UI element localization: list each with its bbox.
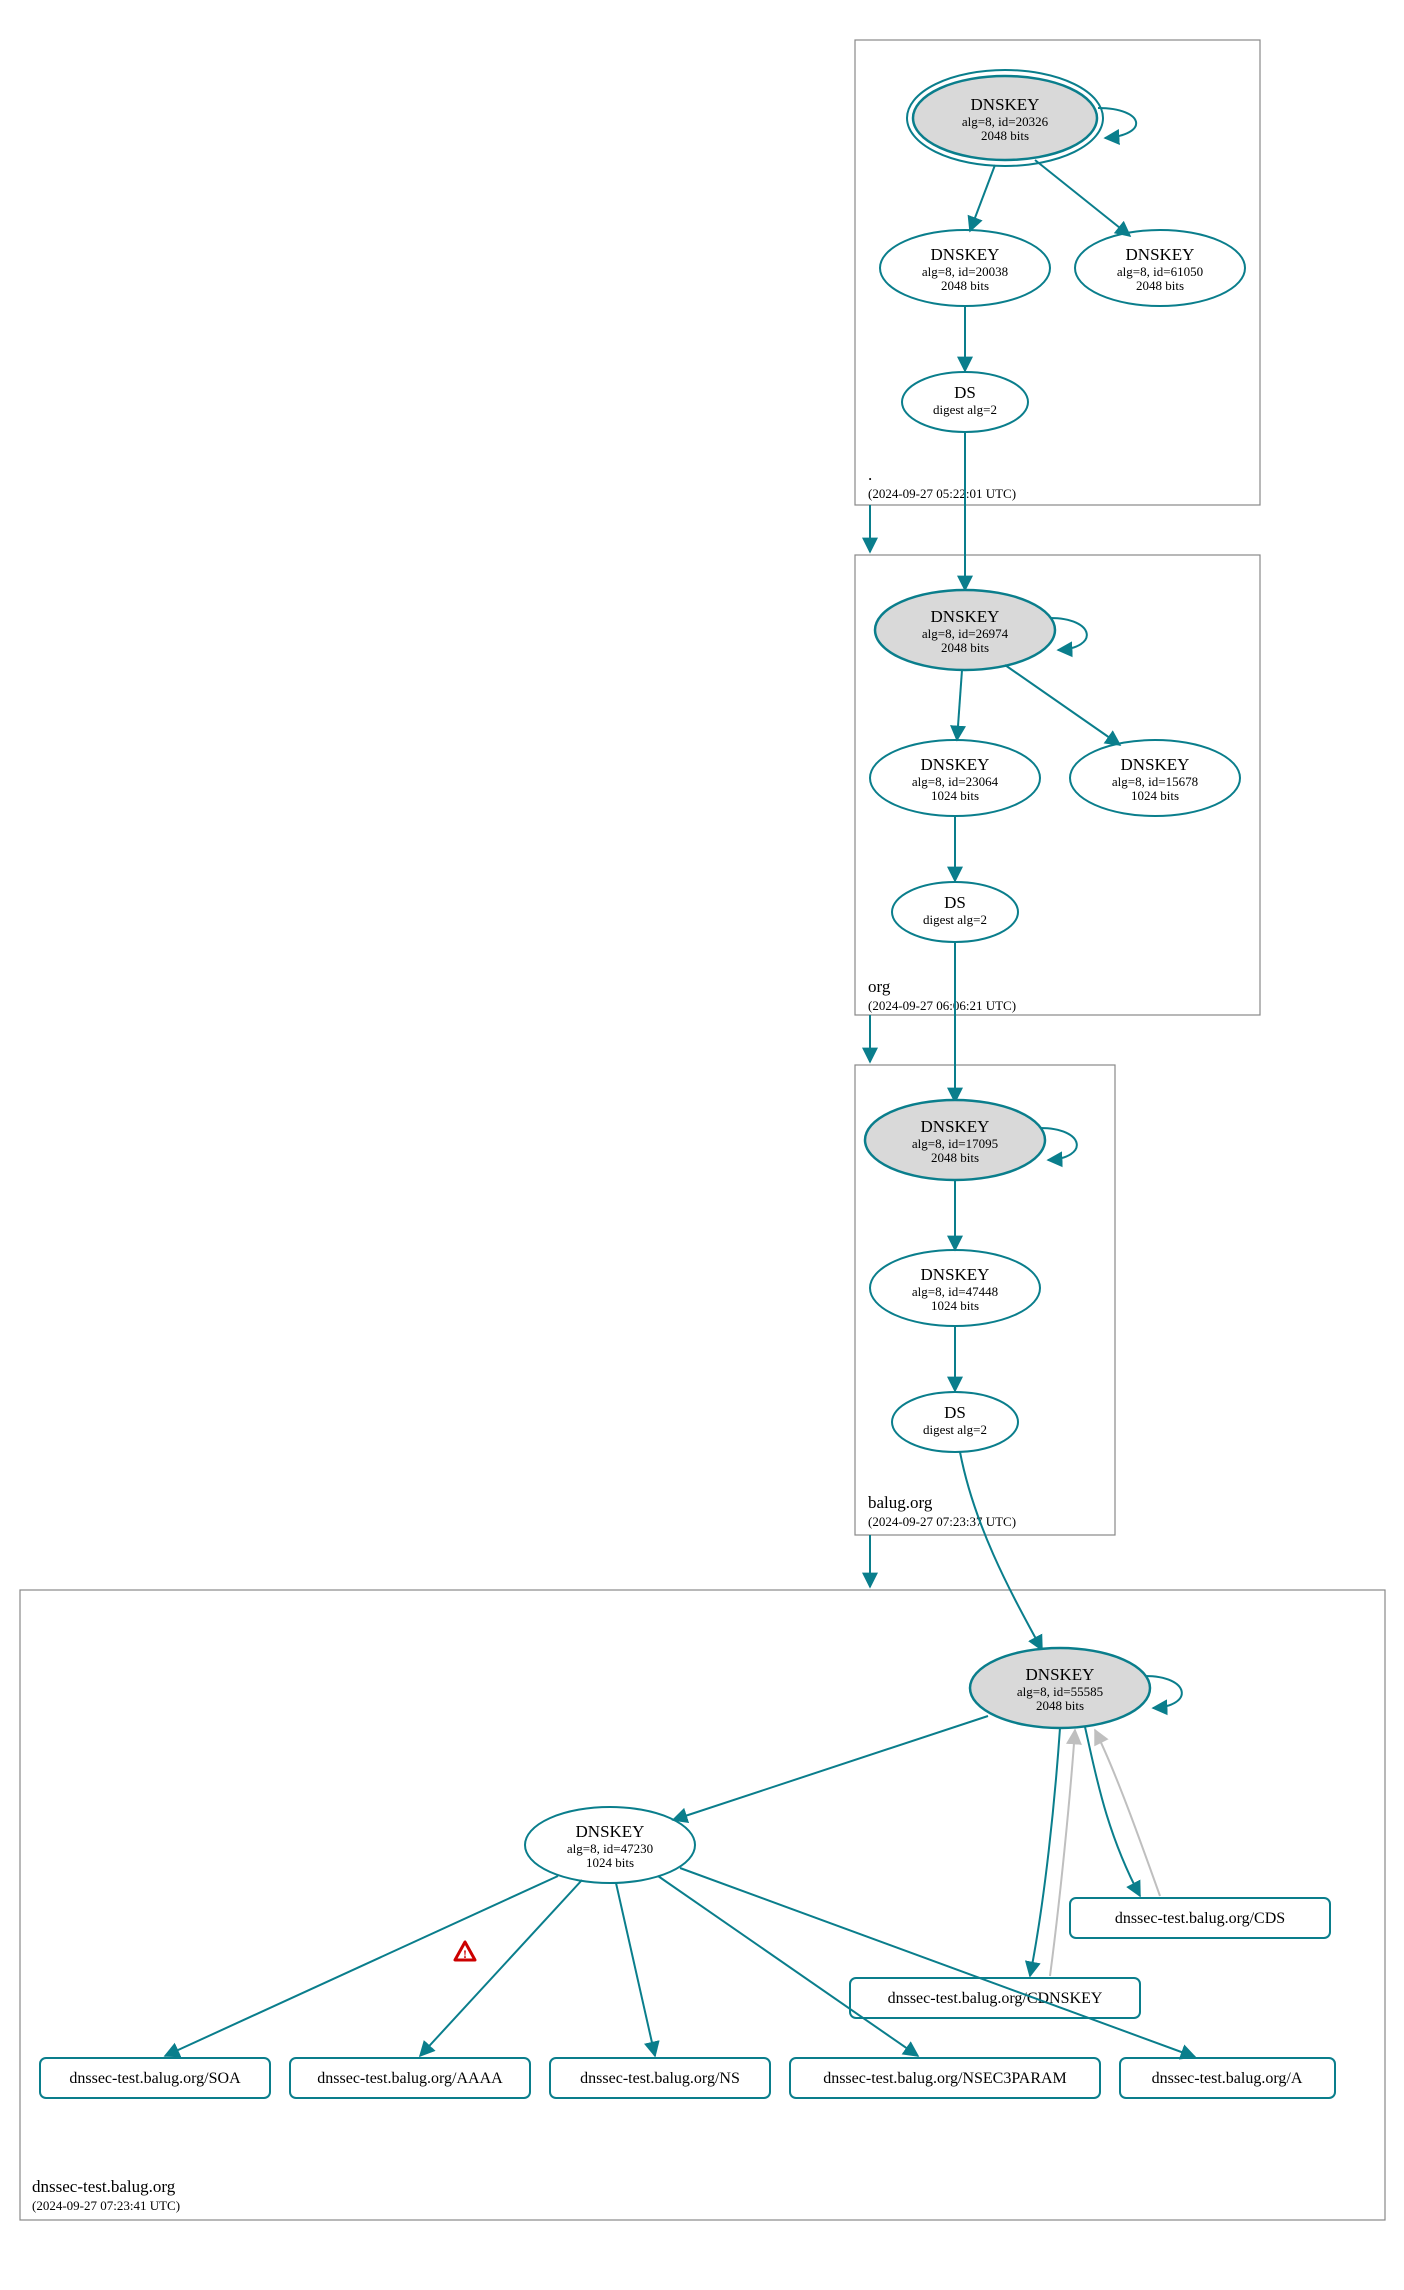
rrset-ns[interactable]: dnssec-test.balug.org/NS [550, 2058, 770, 2098]
svg-text:alg=8, id=17095: alg=8, id=17095 [912, 1136, 998, 1151]
zone-org-ts: (2024-09-27 06:06:21 UTC) [868, 998, 1016, 1013]
svg-text:dnssec-test.balug.org/CDS: dnssec-test.balug.org/CDS [1115, 1910, 1285, 1927]
zone-root-name: . [868, 465, 872, 484]
svg-text:DNSKEY: DNSKEY [921, 1117, 990, 1136]
svg-text:2048 bits: 2048 bits [941, 640, 989, 655]
edge-balugds-leafksk [960, 1452, 1042, 1650]
svg-text:2048 bits: 2048 bits [981, 128, 1029, 143]
node-balug-zsk[interactable]: DNSKEY alg=8, id=47448 1024 bits [870, 1250, 1040, 1326]
svg-text:DNSKEY: DNSKEY [1121, 755, 1190, 774]
edge-ksk-cds [1085, 1727, 1140, 1896]
svg-text:alg=8, id=15678: alg=8, id=15678 [1112, 774, 1198, 789]
zone-leaf-name: dnssec-test.balug.org [32, 2177, 176, 2196]
svg-text:alg=8, id=26974: alg=8, id=26974 [922, 626, 1009, 641]
svg-text:DNSKEY: DNSKEY [931, 607, 1000, 626]
node-org-ds[interactable]: DS digest alg=2 [892, 882, 1018, 942]
node-root-ksk[interactable]: DNSKEY alg=8, id=20326 2048 bits [907, 70, 1103, 166]
svg-text:1024 bits: 1024 bits [1131, 788, 1179, 803]
node-root-zsk2[interactable]: DNSKEY alg=8, id=61050 2048 bits [1075, 230, 1245, 306]
svg-text:alg=8, id=55585: alg=8, id=55585 [1017, 1684, 1103, 1699]
rrset-nsec3param[interactable]: dnssec-test.balug.org/NSEC3PARAM [790, 2058, 1100, 2098]
node-org-zsk2[interactable]: DNSKEY alg=8, id=15678 1024 bits [1070, 740, 1240, 816]
rrset-a[interactable]: dnssec-test.balug.org/A [1120, 2058, 1335, 2098]
edge-leafksk-zsk [673, 1716, 988, 1820]
svg-text:DNSKEY: DNSKEY [921, 755, 990, 774]
svg-text:digest alg=2: digest alg=2 [923, 912, 987, 927]
edge-orgksk-zsk2 [1005, 665, 1120, 745]
svg-text:digest alg=2: digest alg=2 [923, 1422, 987, 1437]
svg-text:alg=8, id=23064: alg=8, id=23064 [912, 774, 999, 789]
edge-zsk-a [680, 1868, 1195, 2057]
svg-text:1024 bits: 1024 bits [586, 1855, 634, 1870]
svg-text:1024 bits: 1024 bits [931, 1298, 979, 1313]
svg-text:DNSKEY: DNSKEY [921, 1265, 990, 1284]
node-root-zsk[interactable]: DNSKEY alg=8, id=20038 2048 bits [880, 230, 1050, 306]
edge-zsk-aaaa [420, 1880, 582, 2056]
svg-text:dnssec-test.balug.org/CDNSKEY: dnssec-test.balug.org/CDNSKEY [888, 1990, 1103, 2007]
zone-leaf-ts: (2024-09-27 07:23:41 UTC) [32, 2198, 180, 2213]
rrset-soa[interactable]: dnssec-test.balug.org/SOA [40, 2058, 270, 2098]
edge-cdnskey-ksk [1050, 1730, 1075, 1976]
node-leaf-ksk[interactable]: DNSKEY alg=8, id=55585 2048 bits [970, 1648, 1150, 1728]
edge-orgksk-zsk [957, 670, 962, 740]
edge-rootksk-zsk2 [1035, 160, 1130, 236]
svg-text:DS: DS [944, 893, 966, 912]
svg-text:DNSKEY: DNSKEY [971, 95, 1040, 114]
svg-text:DS: DS [954, 383, 976, 402]
svg-text:2048 bits: 2048 bits [1136, 278, 1184, 293]
edge-zsk-nsec3param [658, 1876, 918, 2056]
edge-zsk-ns [616, 1883, 655, 2056]
svg-text:2048 bits: 2048 bits [931, 1150, 979, 1165]
svg-text:DNSKEY: DNSKEY [1026, 1665, 1095, 1684]
svg-text:dnssec-test.balug.org/A: dnssec-test.balug.org/A [1152, 2070, 1303, 2087]
rrset-aaaa[interactable]: dnssec-test.balug.org/AAAA [290, 2058, 530, 2098]
svg-text:alg=8, id=61050: alg=8, id=61050 [1117, 264, 1203, 279]
svg-text:DS: DS [944, 1403, 966, 1422]
svg-text:dnssec-test.balug.org/AAAA: dnssec-test.balug.org/AAAA [317, 2070, 503, 2087]
svg-text:digest alg=2: digest alg=2 [933, 402, 997, 417]
svg-text:alg=8, id=20326: alg=8, id=20326 [962, 114, 1049, 129]
svg-text:dnssec-test.balug.org/NSEC3PAR: dnssec-test.balug.org/NSEC3PARAM [823, 2070, 1067, 2087]
svg-text:2048 bits: 2048 bits [1036, 1698, 1084, 1713]
svg-text:alg=8, id=47448: alg=8, id=47448 [912, 1284, 998, 1299]
svg-text:dnssec-test.balug.org/SOA: dnssec-test.balug.org/SOA [69, 2070, 241, 2087]
zone-balug-name: balug.org [868, 1493, 933, 1512]
svg-text:2048 bits: 2048 bits [941, 278, 989, 293]
rrset-cds[interactable]: dnssec-test.balug.org/CDS [1070, 1898, 1330, 1938]
edge-rootksk-zsk [970, 165, 995, 231]
node-balug-ksk[interactable]: DNSKEY alg=8, id=17095 2048 bits [865, 1100, 1045, 1180]
svg-text:DNSKEY: DNSKEY [1126, 245, 1195, 264]
node-balug-ds[interactable]: DS digest alg=2 [892, 1392, 1018, 1452]
svg-text:DNSKEY: DNSKEY [931, 245, 1000, 264]
node-leaf-zsk[interactable]: DNSKEY alg=8, id=47230 1024 bits [525, 1807, 695, 1883]
svg-text:alg=8, id=20038: alg=8, id=20038 [922, 264, 1008, 279]
svg-text:DNSKEY: DNSKEY [576, 1822, 645, 1841]
svg-text:dnssec-test.balug.org/NS: dnssec-test.balug.org/NS [580, 2070, 740, 2087]
svg-text:1024 bits: 1024 bits [931, 788, 979, 803]
edge-root-ksk-self [1098, 108, 1136, 138]
zone-balug-ts: (2024-09-27 07:23:37 UTC) [868, 1514, 1016, 1529]
svg-text:!: ! [463, 1947, 467, 1961]
zone-root-ts: (2024-09-27 05:22:01 UTC) [868, 486, 1016, 501]
node-org-ksk[interactable]: DNSKEY alg=8, id=26974 2048 bits [875, 590, 1055, 670]
warning-icon: ! [455, 1942, 475, 1961]
zone-org-name: org [868, 977, 891, 996]
svg-text:alg=8, id=47230: alg=8, id=47230 [567, 1841, 653, 1856]
node-root-ds[interactable]: DS digest alg=2 [902, 372, 1028, 432]
edge-zsk-soa [165, 1876, 558, 2056]
node-org-zsk[interactable]: DNSKEY alg=8, id=23064 1024 bits [870, 740, 1040, 816]
